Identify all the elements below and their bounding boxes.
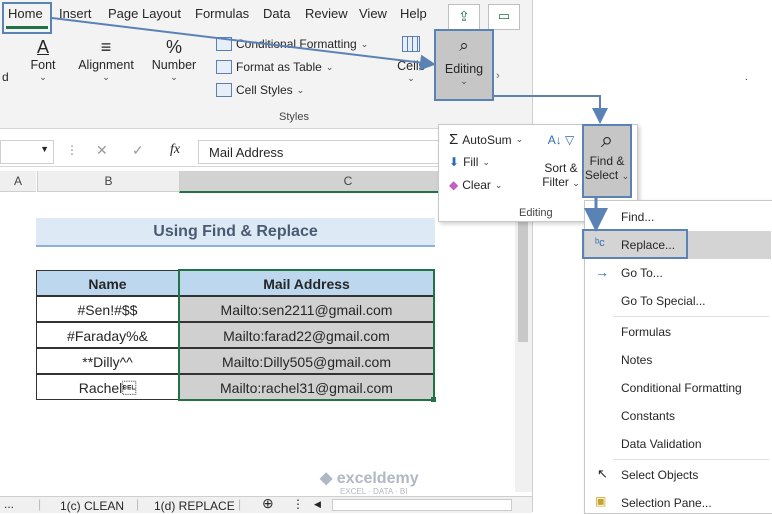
arrow-editing-to-find: [494, 95, 608, 124]
arrow-home-to-editing: [51, 17, 436, 71]
annotation-arrows: [51, 17, 608, 232]
